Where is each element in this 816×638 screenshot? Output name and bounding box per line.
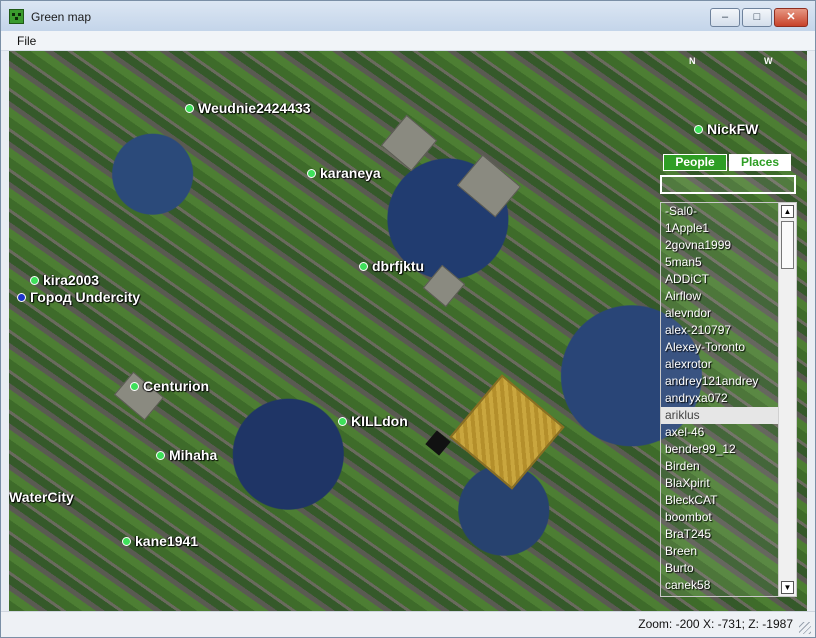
list-item[interactable]: BraT245 — [661, 526, 778, 543]
scroll-down-icon[interactable]: ▼ — [781, 581, 794, 594]
marker-label: dbrfjktu — [372, 258, 425, 274]
list-item[interactable]: alex-210797 — [661, 322, 778, 339]
status-coordinates: Zoom: -200 X: -731; Z: -1987 — [638, 617, 793, 631]
list-item[interactable]: BleckCAT — [661, 492, 778, 509]
list-item[interactable]: Birden — [661, 458, 778, 475]
list-item[interactable]: alexrotor — [661, 356, 778, 373]
resize-grip-icon[interactable] — [799, 622, 811, 634]
marker-label: Centurion — [143, 378, 210, 394]
compass-west: W — [764, 56, 773, 66]
list-item-selected[interactable]: ariklus — [661, 407, 778, 424]
player-dot-icon — [359, 261, 368, 271]
player-dot-icon — [30, 275, 39, 285]
minimize-button[interactable]: – — [710, 8, 740, 27]
marker-label: WaterCity — [9, 489, 74, 505]
compass: N W — [689, 56, 773, 66]
place-dot-icon — [17, 292, 26, 302]
player-marker[interactable]: NickFW — [694, 121, 758, 137]
tab-places[interactable]: Places — [729, 154, 791, 171]
player-marker[interactable]: Weudnie2424433 — [185, 100, 311, 116]
place-marker[interactable]: Город Undercity — [17, 289, 140, 305]
player-dot-icon — [307, 168, 316, 178]
list-item[interactable]: ADDiCT — [661, 271, 778, 288]
player-marker[interactable]: dbrfjktu — [359, 258, 424, 274]
player-dot-icon — [185, 103, 194, 113]
list-item[interactable]: 1Apple1 — [661, 220, 778, 237]
list-item[interactable]: 5man5 — [661, 254, 778, 271]
status-bar: Zoom: -200 X: -731; Z: -1987 — [1, 611, 815, 637]
list-item[interactable]: Breen — [661, 543, 778, 560]
marker-label: KILLdon — [351, 413, 408, 429]
list-item[interactable]: andrey121andrey — [661, 373, 778, 390]
player-dot-icon — [338, 416, 347, 426]
list-item[interactable]: Alexey-Toronto — [661, 339, 778, 356]
list-item[interactable]: alevndor — [661, 305, 778, 322]
player-dot-icon — [130, 381, 139, 391]
list-item[interactable]: axel-46 — [661, 424, 778, 441]
list-scrollbar[interactable]: ▲ ▼ — [778, 203, 796, 596]
list-item[interactable]: Airflow — [661, 288, 778, 305]
search-input[interactable] — [660, 175, 796, 194]
list-item[interactable]: -Sal0- — [661, 203, 778, 220]
player-dot-icon — [122, 536, 131, 546]
player-marker[interactable]: kane1941 — [122, 533, 198, 549]
app-window: Green map – □ ✕ File N W Weudnie2424433 … — [0, 0, 816, 638]
title-bar[interactable]: Green map – □ ✕ — [1, 1, 815, 31]
player-dot-icon — [694, 124, 703, 134]
menu-file[interactable]: File — [17, 34, 36, 48]
menu-bar: File — [1, 31, 815, 51]
compass-north: N — [689, 56, 696, 66]
people-list[interactable]: -Sal0- 1Apple1 2govna1999 5man5 ADDiCT A… — [660, 202, 797, 597]
marker-label: karaneya — [320, 165, 381, 181]
list-item[interactable]: andryxa072 — [661, 390, 778, 407]
maximize-button[interactable]: □ — [742, 8, 772, 27]
scroll-thumb[interactable] — [781, 221, 794, 269]
marker-label: Mihaha — [169, 447, 218, 463]
app-icon — [9, 9, 24, 24]
map-building — [380, 114, 438, 172]
map-pit — [425, 430, 451, 456]
list-item[interactable]: Burto — [661, 560, 778, 577]
map-plaza — [449, 374, 565, 490]
close-button[interactable]: ✕ — [774, 8, 808, 27]
place-marker[interactable]: WaterCity — [9, 489, 74, 505]
player-marker[interactable]: karaneya — [307, 165, 381, 181]
marker-label: kane1941 — [135, 533, 199, 549]
people-list-items: -Sal0- 1Apple1 2govna1999 5man5 ADDiCT A… — [661, 203, 778, 596]
map-building — [422, 264, 466, 308]
scroll-up-icon[interactable]: ▲ — [781, 205, 794, 218]
list-item[interactable]: BlaXpirit — [661, 475, 778, 492]
list-item[interactable]: 2govna1999 — [661, 237, 778, 254]
map-building — [456, 154, 522, 218]
player-marker[interactable]: kira2003 — [30, 272, 99, 288]
list-item[interactable]: canek58 — [661, 577, 778, 594]
marker-label: NickFW — [707, 121, 759, 137]
player-marker[interactable]: KILLdon — [338, 413, 408, 429]
list-item[interactable]: boombot — [661, 509, 778, 526]
marker-label: Weudnie2424433 — [198, 100, 311, 116]
player-dot-icon — [156, 450, 165, 460]
tab-people[interactable]: People — [663, 154, 727, 171]
marker-label: Город Undercity — [30, 289, 141, 305]
player-marker[interactable]: Centurion — [130, 378, 209, 394]
window-title: Green map — [31, 10, 92, 24]
map-canvas[interactable]: N W Weudnie2424433 karaneya NickFW kira2… — [9, 51, 807, 611]
player-marker[interactable]: Mihaha — [156, 447, 217, 463]
marker-label: kira2003 — [43, 272, 100, 288]
list-item[interactable]: bender99_12 — [661, 441, 778, 458]
